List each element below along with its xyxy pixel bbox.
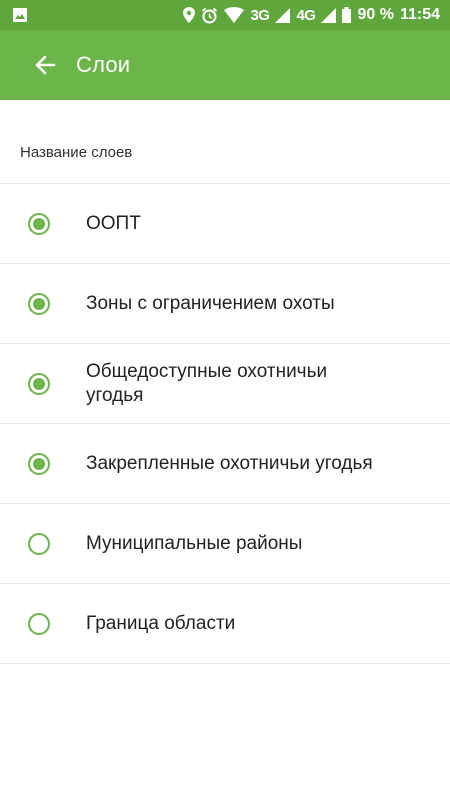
location-icon	[183, 7, 196, 23]
layer-label: ООПТ	[86, 212, 141, 234]
radio-button[interactable]	[28, 292, 50, 315]
status-bar: 3G 4G 90 % 11:54	[0, 0, 450, 30]
layer-item-assigned-hunting-grounds[interactable]: Закрепленные охотничьи угодья	[0, 424, 450, 504]
signal-icon	[275, 7, 291, 23]
layer-item-public-hunting-grounds[interactable]: Общедоступные охотничьи угодья	[0, 344, 450, 424]
layer-label: Муниципальные районы	[86, 532, 303, 554]
radio-button[interactable]	[28, 452, 50, 475]
layer-item-oopt[interactable]: ООПТ	[0, 184, 450, 264]
radio-button[interactable]	[28, 532, 50, 555]
layer-item-region-border[interactable]: Граница области	[0, 584, 450, 664]
layer-item-hunting-restriction-zones[interactable]: Зоны с ограничением охоты	[0, 264, 450, 344]
arrow-left-icon	[34, 54, 56, 76]
layer-label: Зоны с ограничением охоты	[86, 292, 335, 314]
section-header: Название слоев	[20, 144, 133, 161]
battery-percent: 90 %	[357, 6, 394, 23]
network-3g-label: 3G	[250, 6, 270, 24]
layer-item-municipal-districts[interactable]: Муниципальные районы	[0, 504, 450, 584]
alarm-icon	[201, 7, 218, 24]
layer-label: Общедоступные охотничьи угодья	[86, 360, 328, 406]
radio-button[interactable]	[28, 612, 50, 635]
image-icon	[12, 7, 28, 23]
signal-icon	[321, 7, 337, 23]
radio-button[interactable]	[28, 212, 50, 235]
layers-list: ООПТ Зоны с ограничением охоты Общедосту…	[0, 183, 450, 664]
layer-label: Закрепленные охотничьи угодья	[86, 452, 373, 474]
network-4g-label: 4G	[296, 6, 316, 24]
back-button[interactable]	[30, 50, 60, 80]
radio-button[interactable]	[28, 372, 50, 395]
app-bar: Слои	[0, 30, 450, 100]
wifi-icon	[224, 7, 245, 23]
battery-icon	[342, 7, 352, 23]
layer-label: Граница области	[86, 612, 236, 634]
page-title: Слои	[76, 52, 131, 77]
clock: 11:54	[399, 6, 440, 23]
